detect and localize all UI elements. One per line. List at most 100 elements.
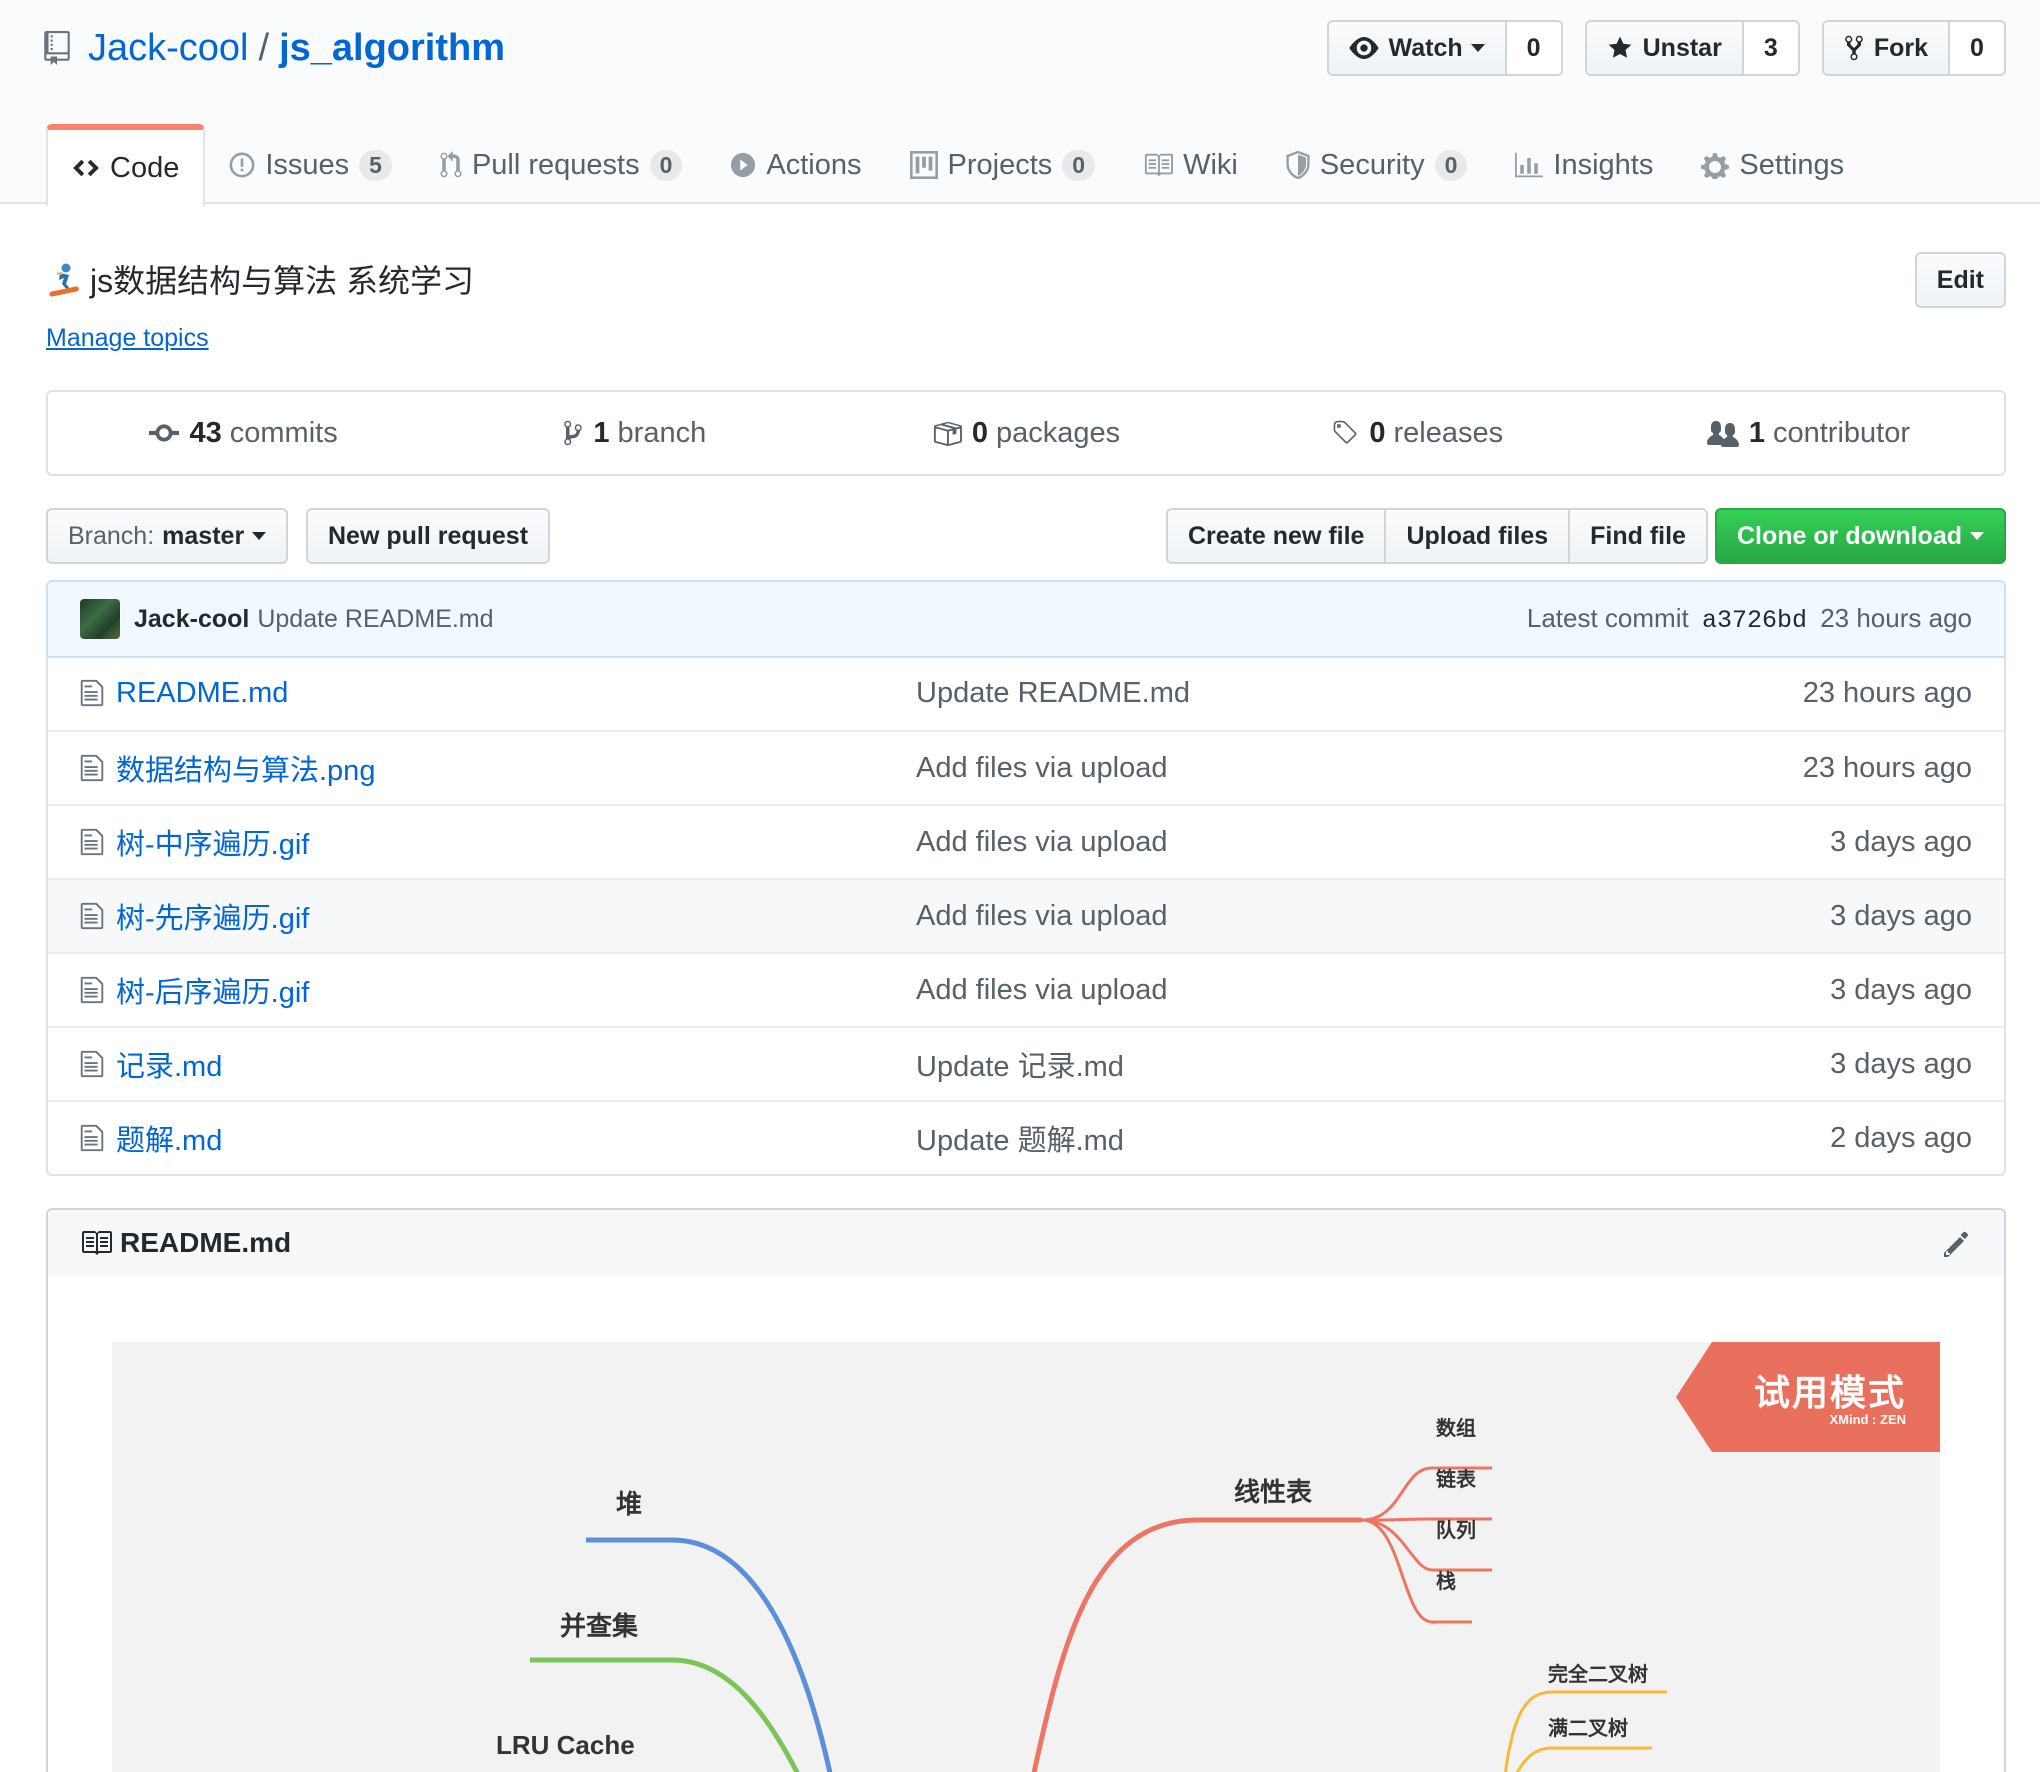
repo-tabs: Code Issues 5 Pull requests 0 Actions Pr… [46,124,1868,206]
unstar-button[interactable]: Unstar [1586,22,1742,74]
tab-actions[interactable]: Actions [706,124,885,206]
tab-insights[interactable]: Insights [1491,124,1677,206]
file-name-link[interactable]: 树-后序遍历.gif [116,969,916,1011]
branch-summary[interactable]: 1 branch [439,417,830,450]
commit-author[interactable]: Jack-cool [134,605,249,634]
file-list: README.md Update README.md 23 hours ago … [46,656,2006,1176]
edit-description-button[interactable]: Edit [1914,252,2006,308]
new-pull-request-button[interactable]: New pull request [306,508,551,564]
find-file-button[interactable]: Find file [1568,510,1706,562]
title-separator: / [258,26,270,69]
branch-name: master [162,521,245,550]
star-icon [1608,36,1631,58]
repo-header: Jack-cool / js_algorithm Watch 0 Unstar … [0,0,2040,206]
packages-count: 0 [971,416,988,449]
watch-label: Watch [1388,33,1463,62]
file-name-link[interactable]: 树-中序遍历.gif [116,821,916,863]
commits-summary[interactable]: 43 commits [48,417,439,450]
upload-files-button[interactable]: Upload files [1384,510,1569,562]
branch-select[interactable]: Branch: master [46,508,289,564]
commit-sha-link[interactable]: a3726bd [1702,606,1807,635]
packages-summary[interactable]: 0 packages [830,417,1221,450]
branch-icon [564,420,583,446]
file-commit-message[interactable]: Add files via upload [916,752,1712,785]
file-age: 23 hours ago [1802,676,1972,709]
file-commit-message[interactable]: Update 题解.md [916,1117,1712,1159]
file-commit-message[interactable]: Add files via upload [916,900,1712,933]
tab-projects[interactable]: Projects 0 [886,124,1120,206]
tab-wiki[interactable]: Wiki [1119,124,1262,206]
table-row: 树-中序遍历.gif Add files via upload 3 days a… [48,804,2004,878]
book-icon [1144,153,1174,177]
xmind-zen-label: XMind : ZEN [1829,1412,1906,1427]
file-icon [80,827,104,857]
commits-count: 43 [189,416,222,449]
file-name-link[interactable]: 记录.md [116,1043,916,1085]
file-age: 3 days ago [1830,899,1972,932]
repo-actions: Watch 0 Unstar 3 Fork 0 [1326,20,2006,76]
fork-button[interactable]: Fork [1823,22,1948,74]
tab-pull-requests[interactable]: Pull requests 0 [416,124,706,206]
table-row: 题解.md Update 题解.md 2 days ago [48,1100,2004,1174]
file-name-link[interactable]: 题解.md [116,1117,916,1159]
file-name-link[interactable]: 树-先序遍历.gif [116,895,916,937]
tab-label: Actions [766,148,862,181]
mindmap-node-union-find: 并查集 [560,1611,639,1641]
contributors-label: contributor [1772,416,1910,449]
tab-issues[interactable]: Issues 5 [205,124,416,206]
file-name-link[interactable]: README.md [116,677,916,710]
mindmap-node-lru-cache: LRU Cache [496,1730,635,1760]
tab-settings[interactable]: Settings [1677,124,1868,206]
mindmap-node-complete-binary-tree: 完全二叉树 [1548,1664,1648,1686]
tab-label: Settings [1739,148,1845,181]
pencil-icon[interactable] [1944,1229,1972,1257]
mindmap-node-full-binary-tree: 满二叉树 [1548,1718,1628,1740]
file-name-link[interactable]: 数据结构与算法.png [116,747,916,789]
repo-name-link[interactable]: js_algorithm [279,27,505,70]
manage-topics-link[interactable]: Manage topics [46,324,209,353]
avatar[interactable] [80,599,120,639]
mindmap-image: 堆 并查集 LRU Cache 线性表 数组 链表 队列 栈 完全二叉树 满二叉… [112,1342,1940,1772]
releases-summary[interactable]: 0 releases [1222,417,1613,450]
tab-label: Insights [1553,148,1654,181]
tab-security[interactable]: Security 0 [1262,124,1492,206]
releases-label: releases [1393,416,1504,449]
file-icon [80,753,104,783]
table-row: 数据结构与算法.png Add files via upload 23 hour… [48,730,2004,804]
file-icon [80,1049,104,1079]
fork-group: Fork 0 [1821,20,2006,76]
book-icon [82,1231,112,1255]
file-commit-message[interactable]: Add files via upload [916,974,1712,1007]
clone-or-download-button[interactable]: Clone or download [1715,508,2006,564]
issue-icon [229,152,255,178]
projects-counter: 0 [1062,149,1096,181]
play-icon [731,152,756,178]
github-repo-page: Jack-cool / js_algorithm Watch 0 Unstar … [0,0,2040,1772]
pull-request-icon [440,151,462,178]
trial-mode-label: 试用模式 [1753,1372,1906,1413]
branch-count: 1 [593,416,610,449]
repo-owner-link[interactable]: Jack-cool [88,27,249,70]
commit-message[interactable]: Update README.md [257,605,493,634]
security-counter: 0 [1434,149,1468,181]
file-commit-message[interactable]: Update README.md [916,677,1712,710]
star-count[interactable]: 3 [1741,22,1798,74]
tab-label: Code [110,151,180,184]
clone-label: Clone or download [1737,521,1962,550]
create-new-file-button[interactable]: Create new file [1168,510,1385,562]
mindmap-node-linear: 线性表 [1234,1477,1313,1507]
file-commit-message[interactable]: Update 记录.md [916,1043,1712,1085]
contributors-summary[interactable]: 1 contributor [1613,417,2004,450]
file-commit-message[interactable]: Add files via upload [916,826,1712,859]
fork-count[interactable]: 0 [1948,22,2004,74]
file-navigation: Branch: master New pull request Create n… [46,508,2006,564]
gear-icon [1701,153,1730,179]
mindmap-branches [530,1342,1940,1772]
watch-count[interactable]: 0 [1504,22,1561,74]
graph-icon [1515,152,1544,178]
tab-code[interactable]: Code [46,124,206,206]
file-icon [80,678,104,708]
watch-group: Watch 0 [1326,20,1563,76]
watch-button[interactable]: Watch [1328,22,1505,74]
commit-icon [149,424,180,442]
